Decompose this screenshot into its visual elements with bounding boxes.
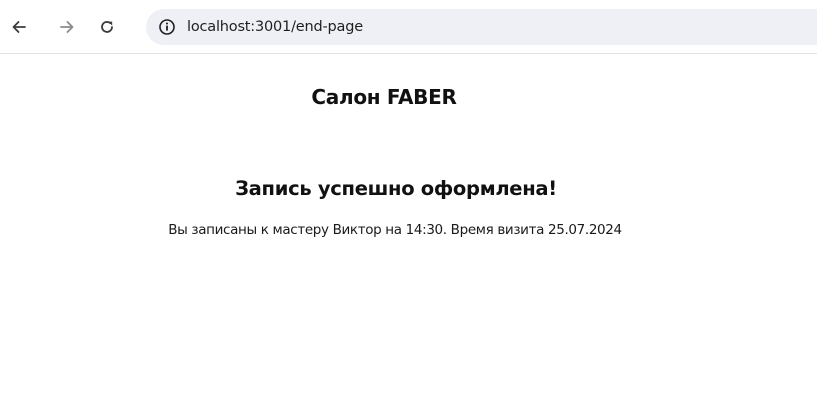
url-text[interactable]: localhost:3001/end-page [187, 19, 363, 35]
booking-details: Вы записаны к мастеру Виктор на 14:30. В… [168, 222, 622, 238]
back-button[interactable] [6, 14, 32, 40]
arrow-right-icon [60, 21, 74, 33]
reload-button[interactable] [94, 14, 120, 40]
address-bar[interactable]: localhost:3001/end-page [146, 9, 817, 45]
success-heading: Запись успешно оформлена! [235, 177, 557, 200]
reload-icon [101, 21, 113, 33]
site-title: Салон FABER [311, 85, 457, 109]
page-content: Салон FABER Запись успешно оформлена! Вы… [0, 54, 817, 419]
forward-button[interactable] [54, 14, 80, 40]
site-info-button[interactable] [156, 16, 178, 38]
browser-toolbar: localhost:3001/end-page [0, 0, 817, 54]
info-circle-icon [159, 19, 175, 35]
arrow-left-icon [12, 21, 26, 33]
